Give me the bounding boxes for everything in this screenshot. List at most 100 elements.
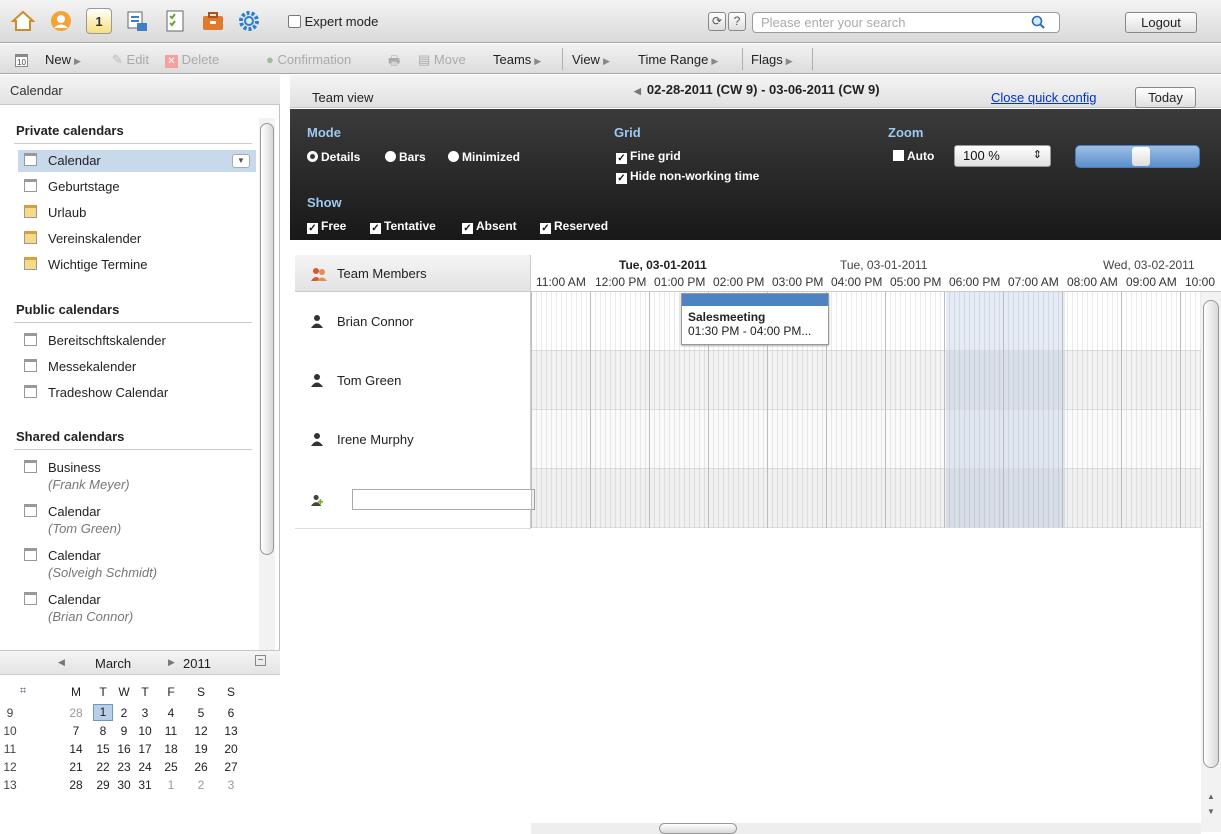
vertical-scrollbar[interactable]: ▲ ▼ (1201, 292, 1221, 832)
shared-calendar-item[interactable]: Calendar (Tom Green) (18, 501, 256, 543)
day-cell[interactable]: 16 (114, 742, 134, 756)
new-menu[interactable]: New ▶ (45, 52, 81, 67)
next-month-icon[interactable]: ▶ (168, 657, 175, 668)
private-calendar-item[interactable]: Vereinskalender (18, 228, 256, 250)
view-menu[interactable]: View ▶ (572, 52, 610, 67)
day-cell[interactable]: 18 (161, 742, 181, 756)
calendar-options-dropdown[interactable]: ▼ (232, 154, 250, 168)
day-cell[interactable]: 7 (66, 724, 86, 738)
add-member-input[interactable] (352, 489, 535, 510)
day-cell[interactable]: 12 (191, 724, 211, 738)
day-cell[interactable]: 3 (221, 778, 241, 792)
private-calendar-item[interactable]: Urlaub (18, 202, 256, 224)
week-number[interactable]: 12 (0, 760, 20, 774)
confirmation-button[interactable]: ● Confirmation (266, 52, 351, 67)
mini-calendar-year[interactable]: 2011 (183, 656, 211, 671)
flags-menu[interactable]: Flags ▶ (751, 52, 793, 67)
day-cell[interactable]: 2 (191, 778, 211, 792)
team-member-row[interactable]: Tom Green (295, 351, 531, 411)
expert-mode-checkbox[interactable]: Expert mode (288, 14, 378, 29)
tasks-icon[interactable] (162, 8, 188, 34)
show-reserved-checkbox[interactable]: ✓ Reserved (540, 219, 608, 234)
day-cell[interactable]: 21 (66, 760, 86, 774)
mode-minimized-radio[interactable]: Minimized (448, 150, 520, 164)
day-cell[interactable]: 29 (93, 778, 113, 792)
day-cell[interactable]: 28 (66, 778, 86, 792)
search-icon[interactable] (1031, 15, 1045, 29)
show-free-checkbox[interactable]: ✓ Free (307, 219, 346, 234)
add-person-icon[interactable] (311, 493, 323, 507)
day-cell[interactable]: 3 (135, 706, 155, 720)
public-calendar-item[interactable]: Tradeshow Calendar (18, 382, 256, 404)
vertical-scroll-thumb[interactable] (1203, 300, 1219, 768)
shared-calendar-item[interactable]: Calendar (Solveigh Schmidt) (18, 545, 256, 587)
day-cell[interactable]: 17 (135, 742, 155, 756)
day-cell[interactable]: 9 (114, 724, 134, 738)
day-cell[interactable]: 10 (135, 724, 155, 738)
schedule-grid[interactable]: Salesmeeting 01:30 PM - 04:00 PM... (531, 292, 1201, 528)
auto-zoom-checkbox[interactable]: Auto (893, 149, 934, 163)
day-cell[interactable]: 8 (93, 724, 113, 738)
day-cell[interactable]: 25 (161, 760, 181, 774)
day-cell[interactable]: 4 (161, 706, 181, 720)
week-number[interactable]: 10 (0, 724, 20, 738)
calendar-app-icon[interactable]: 1 (86, 8, 112, 34)
public-calendar-item[interactable]: Messekalender (18, 356, 256, 378)
prev-week-icon[interactable]: ◀ (634, 86, 641, 96)
week-number[interactable]: 9 (0, 706, 20, 720)
zoom-select[interactable]: 100 % ⇕ (954, 145, 1051, 167)
day-cell[interactable]: 11 (161, 724, 181, 738)
mode-bars-radio[interactable]: Bars (385, 150, 426, 164)
close-quick-config-link[interactable]: Close quick config (991, 90, 1097, 105)
help-button[interactable]: ? (728, 12, 746, 31)
private-calendar-item[interactable]: Calendar ▼ (18, 150, 256, 172)
day-cell[interactable]: 28 (66, 706, 86, 720)
day-cell[interactable]: 24 (135, 760, 155, 774)
delete-button[interactable]: ✕ Delete (165, 52, 219, 68)
search-input[interactable]: Please enter your search (752, 12, 1060, 33)
appointment-card[interactable]: Salesmeeting 01:30 PM - 04:00 PM... (681, 293, 829, 345)
zoom-slider-thumb[interactable] (1132, 147, 1150, 166)
scroll-down-icon[interactable]: ▼ (1207, 807, 1215, 816)
public-calendar-item[interactable]: Bereitschftskalender (18, 330, 256, 352)
contacts-icon[interactable] (48, 8, 74, 34)
week-number[interactable]: 11 (0, 742, 20, 756)
day-cell[interactable]: 19 (191, 742, 211, 756)
day-cell[interactable]: 30 (114, 778, 134, 792)
day-cell[interactable]: 27 (221, 760, 241, 774)
hide-nonworking-checkbox[interactable]: ✓ Hide non-working time (616, 169, 759, 184)
gear-icon[interactable] (236, 8, 262, 34)
today-button[interactable]: Today (1135, 87, 1196, 108)
scroll-up-icon[interactable]: ▲ (1207, 792, 1215, 801)
day-cell[interactable]: 23 (114, 760, 134, 774)
day-cell[interactable]: 26 (191, 760, 211, 774)
day-cell[interactable]: 1 (161, 778, 181, 792)
day-cell[interactable]: 20 (221, 742, 241, 756)
private-calendar-item[interactable]: Wichtige Termine (18, 254, 256, 276)
home-icon[interactable] (10, 8, 36, 34)
left-scroll-thumb[interactable] (260, 123, 274, 555)
time-range-menu[interactable]: Time Range ▶ (638, 52, 718, 67)
horizontal-scrollbar[interactable] (531, 823, 1201, 834)
day-cell[interactable]: 1 (93, 704, 113, 721)
refresh-button[interactable]: ⟳ (708, 12, 726, 31)
shared-calendar-item[interactable]: Business (Frank Meyer) (18, 457, 256, 499)
show-tentative-checkbox[interactable]: ✓ Tentative (370, 219, 436, 234)
shared-calendar-item[interactable]: Calendar (Brian Connor) (18, 589, 256, 631)
day-cell[interactable]: 2 (114, 706, 134, 720)
logout-button[interactable]: Logout (1125, 12, 1197, 33)
mode-details-radio[interactable]: Details (307, 150, 360, 164)
team-member-row[interactable]: Brian Connor (295, 292, 531, 352)
zoom-slider[interactable] (1075, 145, 1200, 168)
horizontal-scroll-thumb[interactable] (659, 823, 737, 834)
infostore-icon[interactable] (200, 8, 226, 34)
week-number[interactable]: 13 (0, 778, 20, 792)
print-icon[interactable]: 🖶 (388, 52, 400, 74)
move-button[interactable]: ▤ Move (418, 52, 466, 68)
show-absent-checkbox[interactable]: ✓ Absent (462, 219, 517, 234)
week-select-icon[interactable]: ⌗ (13, 685, 33, 698)
left-scrollbar[interactable]: ▲ ▼ (259, 118, 275, 708)
day-cell[interactable]: 5 (191, 706, 211, 720)
collapse-icon[interactable]: − (255, 655, 266, 666)
private-calendar-item[interactable]: Geburtstage (18, 176, 256, 198)
